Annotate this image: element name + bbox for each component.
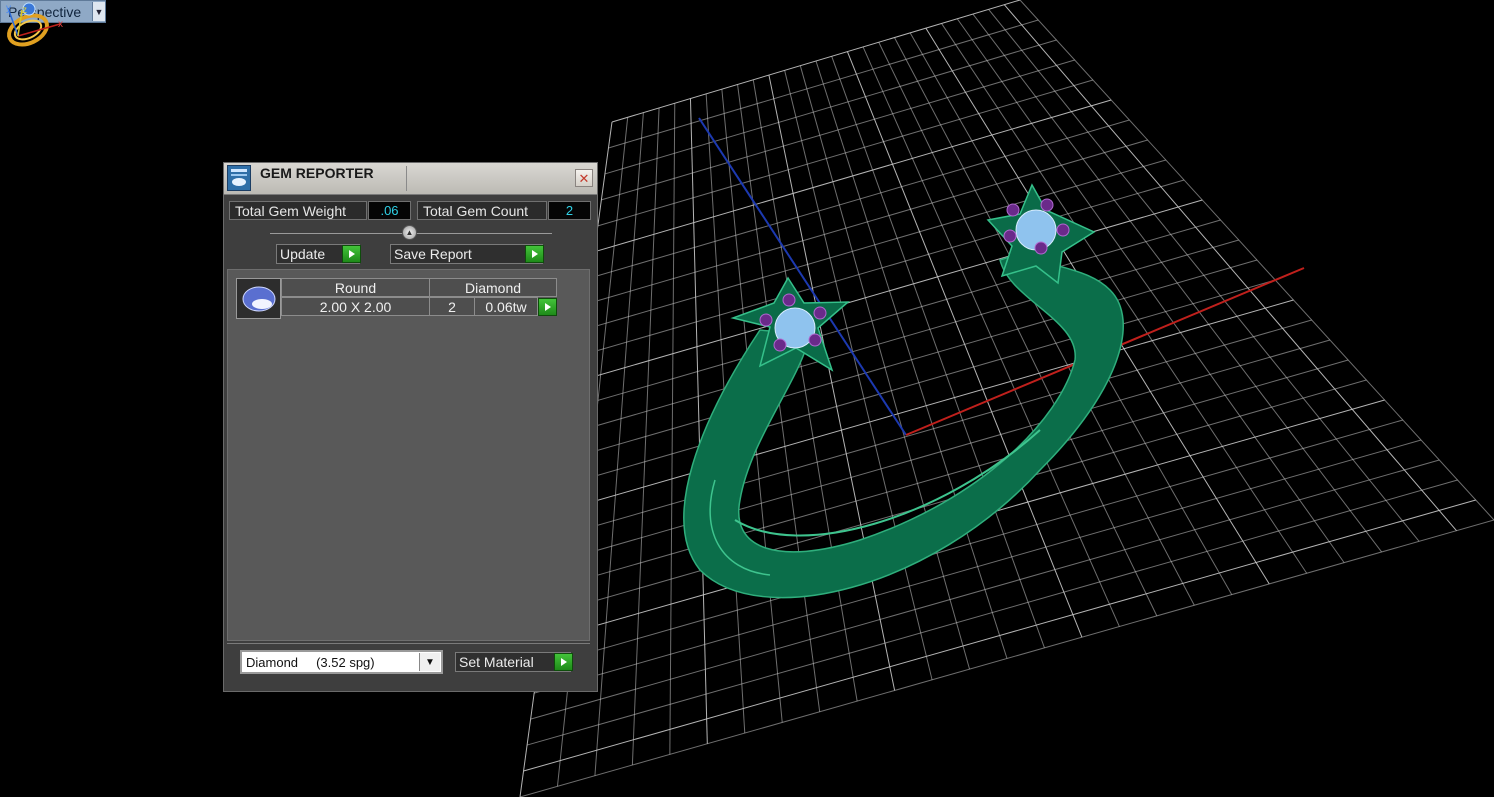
viewport-menu-dropdown-icon[interactable]: ▼ bbox=[91, 2, 105, 21]
total-gem-weight-value: .06 bbox=[368, 201, 411, 220]
panel-titlebar[interactable]: GEM REPORTER ✕ bbox=[224, 163, 597, 195]
gem-row-go-icon[interactable] bbox=[538, 298, 557, 316]
round-gem-thumbnail-icon[interactable] bbox=[236, 278, 281, 319]
grid-line bbox=[1003, 4, 1457, 531]
gem-weight: 0.06tw bbox=[474, 297, 538, 316]
gem-list[interactable]: Round Diamond 2.00 X 2.00 2 0.06tw bbox=[227, 269, 590, 641]
set-material-go-icon[interactable] bbox=[554, 653, 573, 671]
grid-line bbox=[562, 279, 1276, 486]
grid-line bbox=[555, 319, 1312, 538]
update-go-icon[interactable] bbox=[342, 245, 361, 263]
save-report-button[interactable]: Save Report bbox=[390, 244, 543, 264]
grid-line bbox=[548, 359, 1349, 590]
slider-handle[interactable]: ▲ bbox=[402, 225, 417, 240]
update-label: Update bbox=[280, 246, 326, 262]
total-gem-count-value: 2 bbox=[548, 201, 591, 220]
grid-line bbox=[519, 519, 1494, 797]
total-gem-weight-label: Total Gem Weight bbox=[229, 201, 367, 220]
material-select-value: Diamond (3.52 spg) bbox=[246, 654, 375, 670]
gem-count: 2 bbox=[429, 297, 475, 316]
gem-size: 2.00 X 2.00 bbox=[281, 297, 430, 316]
gem-reporter-panel: GEM REPORTER ✕ Total Gem Weight .06 Tota… bbox=[223, 162, 598, 692]
axis-gizmo-icon: y z x bbox=[6, 3, 63, 37]
chevron-down-icon[interactable]: ▼ bbox=[419, 653, 440, 671]
construction-grid bbox=[519, 0, 1494, 797]
grid-line bbox=[523, 499, 1476, 772]
close-button[interactable]: ✕ bbox=[575, 169, 593, 187]
grid-line bbox=[1019, 0, 1494, 521]
titlebar-divider bbox=[406, 166, 407, 191]
grid-line bbox=[526, 479, 1458, 746]
footer-divider bbox=[227, 643, 590, 644]
set-material-label: Set Material bbox=[459, 654, 534, 670]
ring-shank bbox=[683, 249, 1124, 599]
grid-line bbox=[537, 419, 1403, 668]
gem-shape: Round bbox=[281, 278, 430, 297]
axis-x-label: x bbox=[58, 19, 63, 30]
total-gem-count-label: Total Gem Count bbox=[417, 201, 547, 220]
save-report-go-icon[interactable] bbox=[525, 245, 544, 263]
axis-z-label: z bbox=[22, 5, 27, 16]
grid-line bbox=[558, 299, 1294, 512]
ring-model[interactable] bbox=[683, 183, 1124, 599]
panel-title: GEM REPORTER bbox=[260, 165, 374, 181]
save-report-label: Save Report bbox=[394, 246, 472, 262]
gem-reporter-icon bbox=[227, 165, 251, 191]
close-icon: ✕ bbox=[578, 170, 590, 186]
gem-material: Diamond bbox=[429, 278, 557, 297]
axis-y-label: y bbox=[6, 3, 11, 14]
material-select[interactable]: Diamond (3.52 spg) ▼ bbox=[240, 650, 443, 674]
